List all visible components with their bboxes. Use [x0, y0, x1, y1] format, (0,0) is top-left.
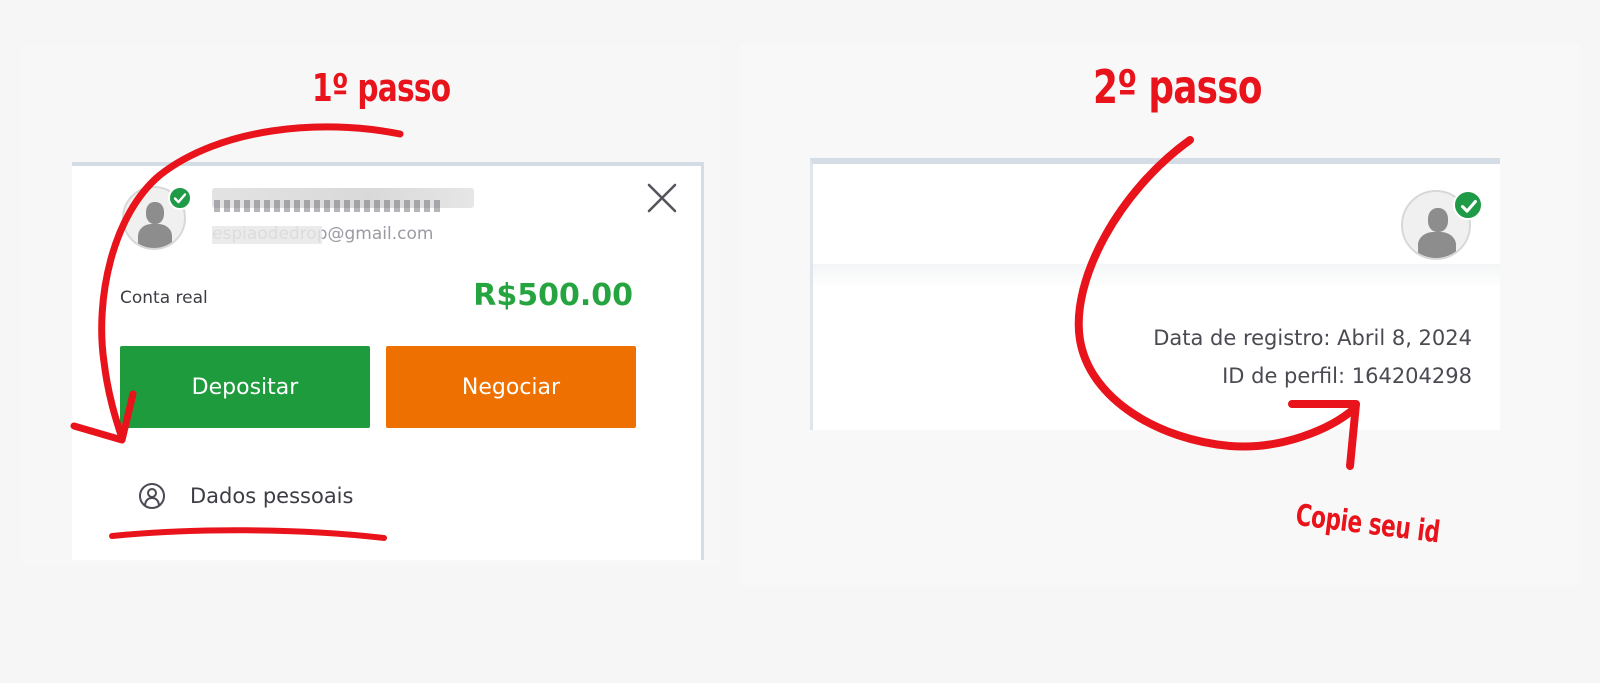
header-divider	[813, 264, 1500, 288]
registration-date: Data de registro: Abril 8, 2024	[1153, 326, 1472, 350]
profile-panel: Data de registro: Abril 8, 2024 ID de pe…	[810, 158, 1500, 430]
user-name-peek	[214, 200, 444, 212]
personal-data-label: Dados pessoais	[190, 484, 354, 508]
user-circle-icon	[139, 483, 165, 509]
deposit-button[interactable]: Depositar	[120, 346, 370, 428]
verified-check-icon	[168, 186, 192, 210]
step-2-label: 2º passo	[1093, 60, 1262, 114]
verified-check-icon	[1453, 190, 1483, 220]
account-type-label: Conta real	[120, 288, 208, 308]
account-balance: R$500.00	[473, 278, 633, 313]
menu-item-personal-data[interactable]: Dados pessoais	[138, 482, 353, 510]
email-redaction	[212, 226, 322, 244]
close-icon[interactable]	[646, 182, 678, 214]
step-1-label: 1º passo	[312, 66, 451, 110]
account-menu-panel: espiaodedrop@gmail.com Conta real R$500.…	[72, 162, 704, 560]
trade-button[interactable]: Negociar	[386, 346, 636, 428]
profile-id[interactable]: ID de perfil: 164204298	[1222, 364, 1472, 388]
screenshot-canvas: 1º passo 2º passo espiaodedrop@gmail.com…	[0, 0, 1600, 683]
